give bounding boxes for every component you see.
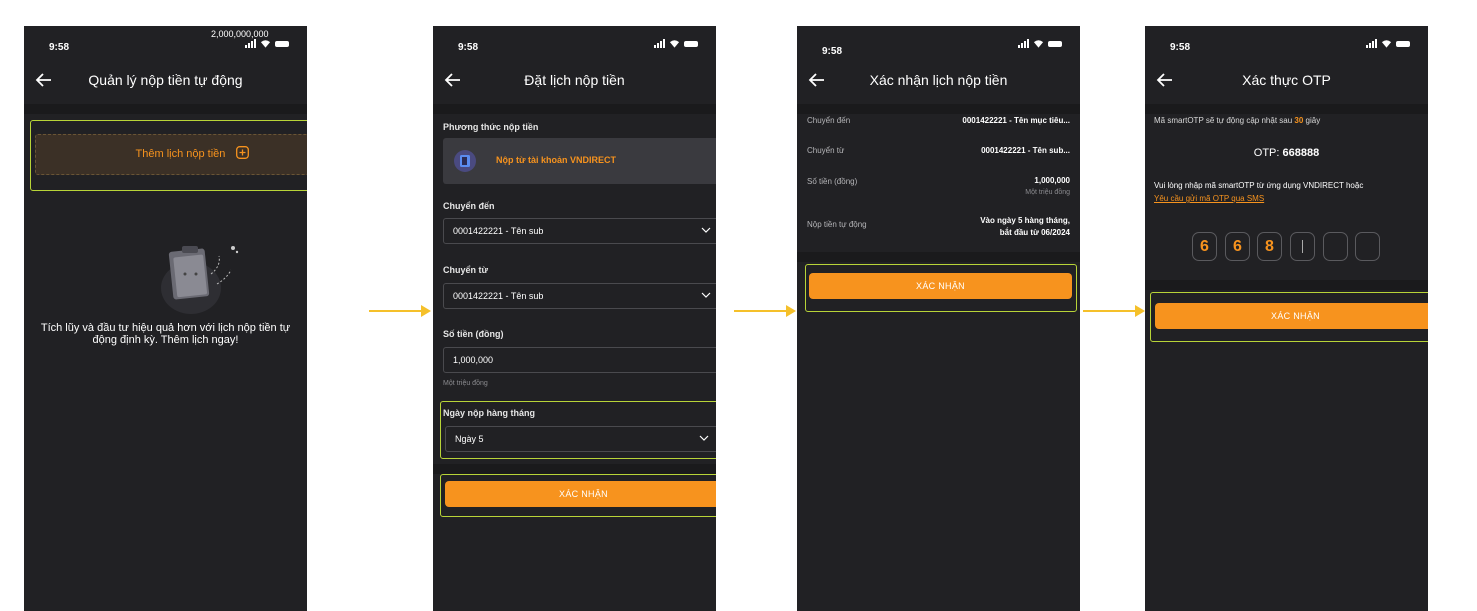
otp-digit-box-active[interactable] xyxy=(1290,232,1315,261)
vndirect-logo-icon xyxy=(454,150,476,172)
add-schedule-label: Thêm lịch nộp tiền xyxy=(135,148,226,160)
wifi-icon xyxy=(1381,40,1392,48)
confirm-button[interactable]: XÁC NHẬN xyxy=(809,273,1072,299)
divider xyxy=(433,464,716,474)
divider xyxy=(1145,280,1428,290)
to-label: Chuyển đến xyxy=(443,201,495,211)
status-bar: 2,000,000,000 9:58 xyxy=(24,26,307,60)
amount-input[interactable]: 1,000,000 xyxy=(443,347,716,373)
from-account-select[interactable]: 0001422221 - Tên sub xyxy=(443,283,716,309)
header: Đặt lịch nộp tiền xyxy=(433,60,716,114)
amount-label: Số tiền (đồng) xyxy=(443,329,504,339)
header: Xác thực OTP xyxy=(1145,60,1428,114)
floating-amount: 2,000,000,000 xyxy=(211,29,269,39)
header: Quản lý nộp tiền tự động xyxy=(24,60,307,114)
status-time: 9:58 xyxy=(1170,42,1191,53)
summary-label-from: Chuyển từ xyxy=(807,146,845,155)
status-time: 9:58 xyxy=(49,42,70,53)
status-time: 9:58 xyxy=(822,46,843,57)
otp-digit-box[interactable] xyxy=(1355,232,1380,261)
summary-value-from: 0001422221 - Tên sub... xyxy=(981,146,1070,155)
empty-message: Tích lũy và đầu tư hiệu quả hơn với lịch… xyxy=(40,322,291,346)
text-cursor xyxy=(1302,240,1303,253)
page-title: Xác thực OTP xyxy=(1242,72,1331,88)
amount-words: Một triệu đồng xyxy=(443,380,488,387)
wifi-icon xyxy=(260,40,271,48)
signal-icon xyxy=(245,39,256,48)
status-bar: 9:58 xyxy=(433,26,716,60)
signal-icon xyxy=(654,39,665,48)
otp-digit-box[interactable]: 6 xyxy=(1192,232,1217,261)
otp-instruction: Vui lòng nhập mã smartOTP từ ứng dụng VN… xyxy=(1154,181,1364,190)
summary-value-amount: 1,000,000 xyxy=(1034,176,1070,185)
signal-icon xyxy=(1018,39,1029,48)
wifi-icon xyxy=(1033,40,1044,48)
otp-digit-box[interactable]: 6 xyxy=(1225,232,1250,261)
flow-arrow-1 xyxy=(369,305,431,317)
day-select[interactable]: Ngày 5 xyxy=(445,426,716,452)
from-label: Chuyển từ xyxy=(443,265,489,275)
clipboard-illustration-icon xyxy=(161,246,239,314)
divider xyxy=(797,252,1080,262)
confirm-button[interactable]: XÁC NHẬN xyxy=(1155,303,1428,329)
summary-label-auto: Nộp tiền tự động xyxy=(807,220,867,229)
plus-icon xyxy=(236,146,250,159)
page-title: Quản lý nộp tiền tự động xyxy=(88,72,243,88)
chevron-down-icon xyxy=(701,292,711,298)
wifi-icon xyxy=(669,40,680,48)
header: Xác nhận lịch nộp tiền xyxy=(797,60,1080,114)
status-bar: 9:58 xyxy=(1145,26,1428,60)
page-title: Đặt lịch nộp tiền xyxy=(524,72,625,88)
otp-display: OTP: 668888 xyxy=(1253,147,1320,159)
method-label: Phương thức nộp tiền xyxy=(443,122,539,132)
flow-arrow-2 xyxy=(734,305,796,317)
screen-schedule-deposit: 9:58 Đặt lịch nộp tiền Phương thức nộp t… xyxy=(433,26,716,611)
screen-auto-deposit-management: 2,000,000,000 9:58 Quản lý nộp tiền tự đ… xyxy=(24,26,307,611)
page-title: Xác nhận lịch nộp tiền xyxy=(869,72,1008,88)
battery-icon xyxy=(684,40,698,47)
otp-digit-box[interactable]: 8 xyxy=(1257,232,1282,261)
summary-value-auto-2: bắt đầu từ 06/2024 xyxy=(999,228,1070,237)
summary-label-to: Chuyển đến xyxy=(807,116,851,125)
screen-otp-verification: 9:58 Xác thực OTP Mã smartOTP sẽ tự động… xyxy=(1145,26,1428,611)
chevron-down-icon xyxy=(699,435,709,441)
to-account-select[interactable]: 0001422221 - Tên sub xyxy=(443,218,716,244)
summary-amount-words: Một triệu đồng xyxy=(1025,189,1070,196)
summary-value-to: 0001422221 - Tên mục tiêu... xyxy=(962,116,1070,125)
flow-arrow-3 xyxy=(1083,305,1145,317)
battery-icon xyxy=(1396,40,1410,47)
battery-icon xyxy=(275,40,289,47)
sms-otp-link[interactable]: Yêu cầu gửi mã OTP qua SMS xyxy=(1154,194,1264,203)
status-time: 9:58 xyxy=(458,42,479,53)
method-card[interactable]: Nộp từ tài khoản VNDIRECT xyxy=(443,138,716,184)
confirm-button[interactable]: XÁC NHẬN xyxy=(445,481,716,507)
status-bar: 9:58 xyxy=(797,26,1080,60)
screen-confirm-schedule: 9:58 Xác nhận lịch nộp tiền Chuyển đến 0… xyxy=(797,26,1080,611)
method-value: Nộp từ tài khoản VNDIRECT xyxy=(496,155,617,165)
signal-icon xyxy=(1366,39,1377,48)
battery-icon xyxy=(1048,40,1062,47)
otp-refresh-note: Mã smartOTP sẽ tự động cập nhật sau 30 g… xyxy=(1154,116,1321,125)
summary-value-auto-1: Vào ngày 5 hàng tháng, xyxy=(980,216,1070,225)
otp-digit-box[interactable] xyxy=(1323,232,1348,261)
chevron-down-icon xyxy=(701,227,711,233)
add-schedule-button[interactable]: Thêm lịch nộp tiền xyxy=(35,134,307,175)
day-label: Ngày nộp hàng tháng xyxy=(443,408,535,418)
summary-label-amount: Số tiền (đồng) xyxy=(807,177,858,186)
